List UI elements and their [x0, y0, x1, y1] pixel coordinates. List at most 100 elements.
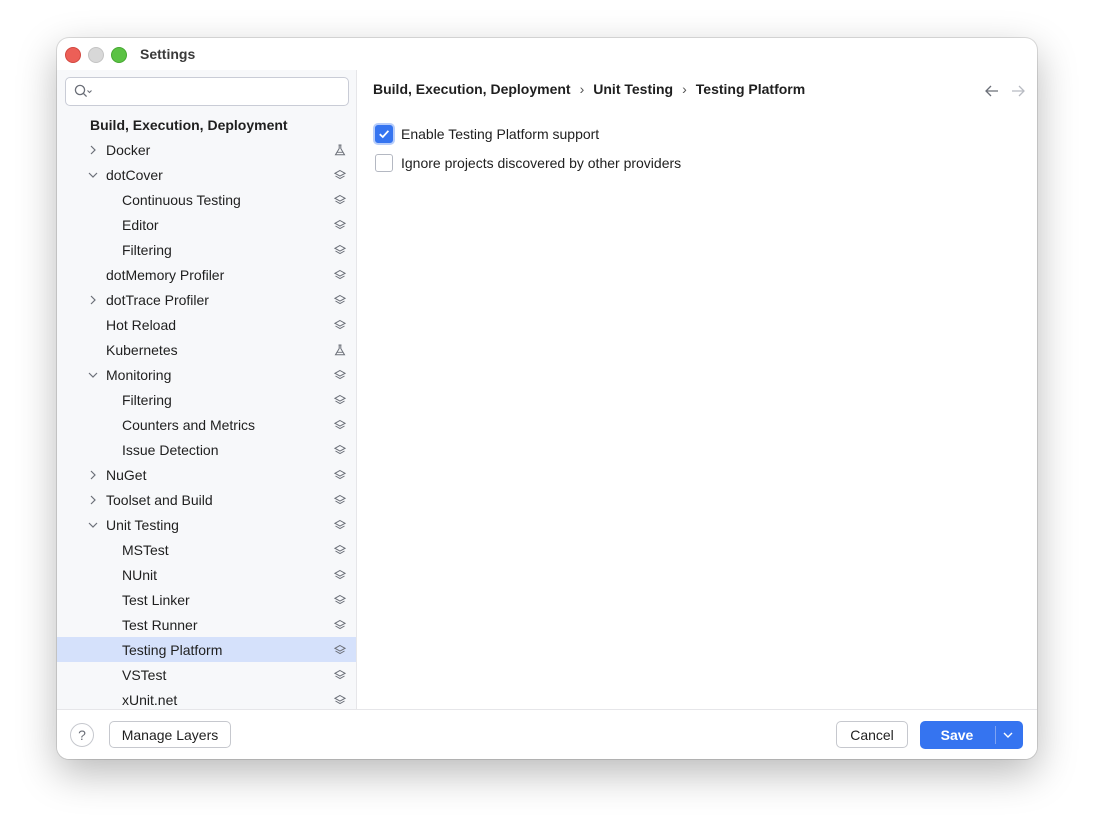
sidebar-item[interactable]: Toolset and Build — [57, 487, 356, 512]
sidebar-item-label: Test Runner — [122, 617, 198, 633]
sidebar-item[interactable]: Monitoring — [57, 362, 356, 387]
chevron-down-icon[interactable] — [88, 170, 98, 180]
breadcrumb-item[interactable]: Build, Execution, Deployment — [373, 81, 571, 97]
chevron-right-icon[interactable] — [88, 495, 98, 505]
layers-icon — [334, 394, 346, 405]
sidebar-item[interactable]: Hot Reload — [57, 312, 356, 337]
settings-content: Build, Execution, Deployment › Unit Testin… — [357, 70, 1037, 709]
title-bar: Settings — [57, 38, 1037, 70]
sidebar-item[interactable]: NUnit — [57, 562, 356, 587]
breadcrumb-separator: › — [579, 81, 585, 97]
layers-icon — [334, 419, 346, 430]
sidebar-item-label: VSTest — [122, 667, 167, 683]
manage-layers-button[interactable]: Manage Layers — [109, 721, 231, 748]
save-split-button: Save — [920, 721, 1023, 749]
sidebar-item-label: xUnit.net — [122, 692, 178, 708]
sidebar-group-header[interactable]: Build, Execution, Deployment — [57, 112, 356, 137]
breadcrumb-item[interactable]: Unit Testing — [593, 81, 673, 97]
checkmark-icon — [379, 130, 390, 139]
chevron-down-icon[interactable] — [88, 520, 98, 530]
search-icon — [74, 84, 92, 98]
layers-icon — [334, 219, 346, 230]
window-title: Settings — [140, 46, 196, 62]
sidebar-item-label: Unit Testing — [106, 517, 179, 533]
sidebar-item[interactable]: Issue Detection — [57, 437, 356, 462]
save-divider — [995, 726, 996, 744]
sidebar-item[interactable]: Kubernetes — [57, 337, 356, 362]
sidebar-item-label: NuGet — [106, 467, 147, 483]
layers-icon — [334, 644, 346, 655]
sidebar-item-label: Docker — [106, 142, 151, 158]
chevron-down-icon[interactable] — [88, 370, 98, 380]
sidebar-item[interactable]: dotTrace Profiler — [57, 287, 356, 312]
layers-icon — [334, 494, 346, 505]
breadcrumb: Build, Execution, Deployment › Unit Testin… — [373, 81, 805, 97]
sidebar-item-label: Kubernetes — [106, 342, 178, 358]
checkbox-box[interactable] — [375, 154, 393, 172]
sidebar-item[interactable]: dotMemory Profiler — [57, 262, 356, 287]
sidebar-item[interactable]: MSTest — [57, 537, 356, 562]
chevron-right-icon[interactable] — [88, 145, 98, 155]
settings-dialog: Settings Build, Execution, Deployment Doc… — [57, 38, 1037, 759]
cancel-button[interactable]: Cancel — [836, 721, 908, 748]
sidebar-item-label: Testing Platform — [122, 642, 223, 658]
sidebar-item[interactable]: Test Linker — [57, 587, 356, 612]
sidebar-item[interactable]: Testing Platform — [57, 637, 356, 662]
help-button[interactable]: ? — [70, 723, 94, 747]
sidebar-item-label: Build, Execution, Deployment — [90, 117, 288, 133]
chevron-right-icon[interactable] — [88, 470, 98, 480]
chevron-down-icon[interactable] — [1002, 730, 1014, 740]
layers-icon — [334, 444, 346, 455]
sidebar-item[interactable]: Continuous Testing — [57, 187, 356, 212]
layers-icon — [334, 544, 346, 555]
search-input[interactable] — [98, 82, 342, 102]
minimize-window-button[interactable] — [88, 47, 104, 63]
zoom-window-button[interactable] — [111, 47, 127, 63]
sidebar-item-label: MSTest — [122, 542, 169, 558]
sidebar-item[interactable]: Test Runner — [57, 612, 356, 637]
layers-icon — [334, 319, 346, 330]
sidebar-item-label: Test Linker — [122, 592, 190, 608]
chevron-right-icon[interactable] — [88, 295, 98, 305]
sidebar-item-label: Filtering — [122, 392, 172, 408]
layers-icon — [334, 594, 346, 605]
settings-sidebar: Build, Execution, Deployment Docker dotCov… — [57, 70, 357, 709]
sidebar-item[interactable]: dotCover — [57, 162, 356, 187]
layers-icon — [334, 519, 346, 530]
sidebar-item-label: Filtering — [122, 242, 172, 258]
layers-icon — [334, 244, 346, 255]
layers-icon — [334, 269, 346, 280]
layers-icon — [334, 619, 346, 630]
layers-icon — [334, 669, 346, 680]
settings-search[interactable] — [65, 77, 349, 106]
back-arrow-icon[interactable] — [984, 85, 1000, 97]
sidebar-item[interactable]: Filtering — [57, 237, 356, 262]
forward-arrow-icon[interactable] — [1010, 85, 1026, 97]
close-window-button[interactable] — [65, 47, 81, 63]
checkbox-label: Enable Testing Platform support — [401, 126, 600, 142]
sidebar-item[interactable]: xUnit.net — [57, 687, 356, 709]
save-button[interactable]: Save — [920, 721, 994, 749]
sidebar-item-label: Monitoring — [106, 367, 172, 383]
sidebar-item[interactable]: Editor — [57, 212, 356, 237]
settings-tree: Build, Execution, Deployment Docker dotCov… — [57, 112, 356, 709]
sidebar-item-label: dotCover — [106, 167, 163, 183]
sidebar-item[interactable]: Docker — [57, 137, 356, 162]
layers-icon — [334, 169, 346, 180]
breadcrumb-item-current: Testing Platform — [695, 81, 806, 97]
sidebar-item[interactable]: Counters and Metrics — [57, 412, 356, 437]
sidebar-item[interactable]: NuGet — [57, 462, 356, 487]
sidebar-item[interactable]: Filtering — [57, 387, 356, 412]
sidebar-item-label: NUnit — [122, 567, 158, 583]
layers-icon — [334, 694, 346, 705]
layers-icon — [334, 569, 346, 580]
sidebar-item[interactable]: VSTest — [57, 662, 356, 687]
layers-icon — [334, 294, 346, 305]
sidebar-item-label: Hot Reload — [106, 317, 177, 333]
sidebar-item-label: dotTrace Profiler — [106, 292, 209, 308]
sidebar-item[interactable]: Unit Testing — [57, 512, 356, 537]
sidebar-item-label: Counters and Metrics — [122, 417, 256, 433]
checkbox-box[interactable] — [375, 125, 393, 143]
layers-icon — [334, 194, 346, 205]
sidebar-item-label: Editor — [122, 217, 159, 233]
